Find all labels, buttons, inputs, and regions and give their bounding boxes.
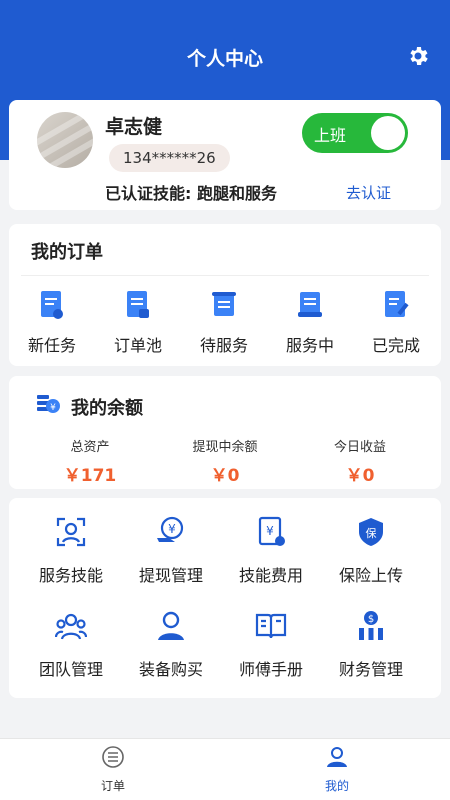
order-label: 已完成 bbox=[371, 336, 420, 355]
tool-label: 提现管理 bbox=[138, 566, 203, 585]
completed-icon bbox=[385, 291, 409, 317]
tool-finance[interactable]: $ 财务管理 bbox=[321, 610, 421, 682]
fee-icon: ¥ bbox=[258, 516, 285, 546]
in-service-icon bbox=[298, 292, 322, 317]
order-label: 订单池 bbox=[113, 336, 162, 355]
stat-label: 提现中余额 bbox=[192, 440, 258, 455]
tool-label: 装备购买 bbox=[138, 660, 203, 679]
certified-skills: 已认证技能: 跑腿和服务 bbox=[105, 184, 277, 203]
order-label: 待服务 bbox=[199, 336, 248, 355]
team-icon bbox=[55, 613, 87, 640]
tools-card: 服务技能 ¥ 提现管理 ¥ 技能费用 保 保险上传 团队管理 装备购买 师傅手册… bbox=[9, 498, 441, 698]
avatar[interactable] bbox=[37, 112, 93, 168]
tool-service-skills[interactable]: 服务技能 bbox=[21, 516, 121, 588]
order-item-pending[interactable]: 待服务 bbox=[181, 290, 267, 356]
svg-text:保: 保 bbox=[366, 526, 377, 540]
on-duty-toggle[interactable]: 上班 bbox=[302, 113, 408, 153]
gear-icon[interactable] bbox=[406, 44, 430, 68]
balance-title: 我的余额 bbox=[71, 398, 143, 419]
phone-number: 134******26 bbox=[109, 144, 230, 172]
insurance-shield-icon: 保 bbox=[359, 518, 383, 546]
orders-list-icon bbox=[102, 746, 124, 768]
tool-withdraw[interactable]: ¥ 提现管理 bbox=[121, 516, 221, 588]
order-label: 服务中 bbox=[285, 336, 334, 355]
svg-text:¥: ¥ bbox=[50, 403, 56, 413]
withdraw-icon: ¥ bbox=[157, 516, 184, 542]
profile-user-icon bbox=[327, 747, 347, 767]
tool-label: 财务管理 bbox=[338, 660, 403, 679]
tool-label: 师傅手册 bbox=[238, 660, 303, 679]
orders-card: 我的订单 新任务 订单池 待服务 服务中 已完成 bbox=[9, 224, 441, 366]
finance-icon: $ bbox=[359, 611, 383, 640]
tool-equipment[interactable]: 装备购买 bbox=[121, 610, 221, 682]
tool-team[interactable]: 团队管理 bbox=[21, 610, 121, 682]
orders-title: 我的订单 bbox=[31, 242, 103, 263]
bottom-nav: 订单 我的 bbox=[0, 738, 450, 800]
order-label: 新任务 bbox=[27, 336, 76, 355]
tool-label: 保险上传 bbox=[338, 566, 403, 585]
stat-withdrawing: 提现中余额 ￥0 bbox=[155, 436, 295, 486]
equipment-person-icon bbox=[158, 611, 184, 640]
svg-text:¥: ¥ bbox=[168, 522, 176, 536]
username: 卓志健 bbox=[105, 116, 163, 138]
divider bbox=[21, 275, 429, 276]
new-task-icon bbox=[41, 291, 63, 319]
profile-card: 卓志健 134******26 上班 已认证技能: 跑腿和服务 去认证 bbox=[9, 100, 441, 210]
stat-value: ￥0 bbox=[345, 466, 375, 486]
order-item-pool[interactable]: 订单池 bbox=[95, 290, 181, 356]
tool-skill-fee[interactable]: ¥ 技能费用 bbox=[221, 516, 321, 588]
stat-value: ￥171 bbox=[63, 466, 117, 486]
stat-label: 今日收益 bbox=[333, 440, 386, 455]
stat-total-assets: 总资产 ￥171 bbox=[20, 436, 160, 486]
verify-link[interactable]: 去认证 bbox=[346, 182, 391, 203]
order-item-in-service[interactable]: 服务中 bbox=[267, 290, 353, 356]
tool-insurance[interactable]: 保 保险上传 bbox=[321, 516, 421, 588]
svg-text:$: $ bbox=[368, 614, 374, 625]
page-title: 个人中心 bbox=[186, 48, 263, 70]
stat-label: 总资产 bbox=[70, 440, 110, 455]
face-scan-icon bbox=[56, 517, 86, 547]
nav-label: 我的 bbox=[324, 779, 349, 793]
balance-card[interactable]: ¥ 我的余额 总资产 ￥171 提现中余额 ￥0 今日收益 ￥0 bbox=[9, 376, 441, 489]
manual-book-icon bbox=[255, 613, 287, 639]
nav-profile[interactable]: 我的 bbox=[287, 745, 387, 794]
stat-today-income: 今日收益 ￥0 bbox=[290, 436, 430, 486]
tool-manual[interactable]: 师傅手册 bbox=[221, 610, 321, 682]
balance-coins-icon: ¥ bbox=[37, 395, 60, 413]
toggle-knob bbox=[371, 116, 405, 150]
order-item-new[interactable]: 新任务 bbox=[9, 290, 95, 356]
pending-service-icon bbox=[212, 292, 236, 316]
order-item-completed[interactable]: 已完成 bbox=[353, 290, 439, 356]
on-duty-label: 上班 bbox=[314, 126, 347, 145]
tool-label: 服务技能 bbox=[38, 566, 103, 585]
nav-label: 订单 bbox=[100, 779, 125, 793]
tool-label: 团队管理 bbox=[38, 660, 103, 679]
nav-orders[interactable]: 订单 bbox=[63, 745, 163, 794]
svg-text:¥: ¥ bbox=[266, 524, 274, 538]
tool-label: 技能费用 bbox=[238, 566, 303, 585]
order-pool-icon bbox=[127, 291, 149, 318]
stat-value: ￥0 bbox=[210, 466, 240, 486]
